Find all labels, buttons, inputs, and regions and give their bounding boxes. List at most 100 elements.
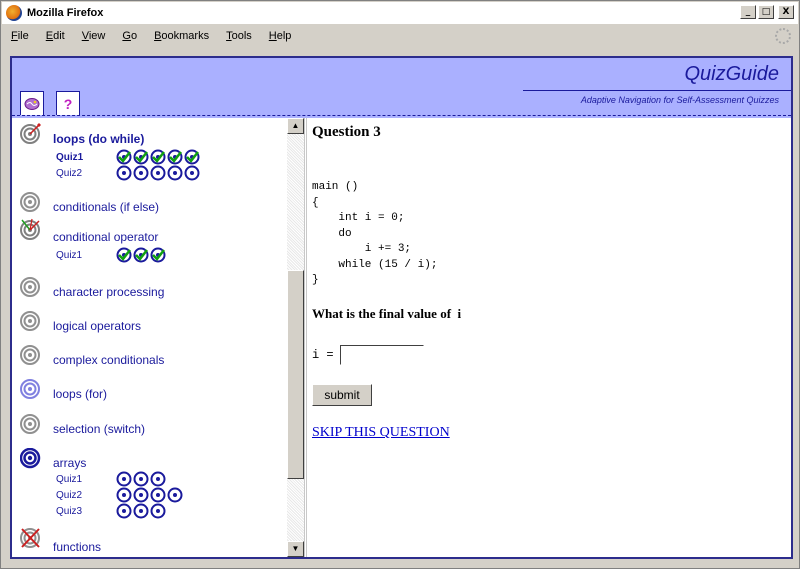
target-icon bbox=[20, 311, 40, 331]
answer-row: i = bbox=[312, 345, 424, 365]
topic-list: loops (do while) Quiz1 Quiz2 conditional… bbox=[12, 118, 287, 557]
topic-name[interactable]: selection (switch) bbox=[53, 422, 145, 436]
scroll-down-button[interactable]: ▼ bbox=[287, 541, 304, 557]
tab-help[interactable]: ? bbox=[56, 91, 80, 115]
question-prompt: What is the final value of i bbox=[312, 306, 462, 321]
quiz-todo-icon bbox=[167, 165, 183, 181]
target-icon bbox=[20, 379, 40, 399]
target-icon bbox=[20, 277, 40, 297]
quiz-progress bbox=[116, 487, 183, 503]
menu-file[interactable]: File bbox=[2, 30, 37, 42]
quiz-row[interactable]: Quiz1 bbox=[56, 247, 166, 263]
quiz-label[interactable]: Quiz2 bbox=[56, 490, 116, 501]
tab-topics[interactable] bbox=[20, 91, 44, 115]
scroll-up-button[interactable]: ▲ bbox=[287, 118, 304, 134]
window-title: Mozilla Firefox bbox=[27, 7, 104, 19]
brain-icon bbox=[24, 97, 40, 110]
topic-name[interactable]: character processing bbox=[53, 285, 164, 299]
quiz-row[interactable]: Quiz2 bbox=[56, 487, 183, 503]
throbber-icon bbox=[775, 28, 791, 44]
topic-name[interactable]: conditionals (if else) bbox=[53, 200, 159, 214]
quiz-progress bbox=[116, 503, 166, 519]
answer-label: i = bbox=[312, 348, 334, 362]
target-multi-arrow-icon bbox=[20, 218, 40, 240]
help-icon: ? bbox=[63, 95, 73, 112]
page-content: QuizGuide Adaptive Navigation for Self-A… bbox=[10, 56, 793, 559]
quiz-todo-icon bbox=[150, 503, 166, 519]
quiz-done-icon bbox=[133, 247, 149, 263]
target-icon bbox=[20, 414, 40, 434]
menu-bookmarks[interactable]: Bookmarks bbox=[145, 30, 217, 42]
topic-name[interactable]: loops (for) bbox=[53, 387, 107, 401]
topic-list-scrollbar[interactable]: ▲ ▼ bbox=[287, 118, 304, 557]
quiz-todo-icon bbox=[133, 471, 149, 487]
brand-tagline: Adaptive Navigation for Self-Assessment … bbox=[580, 95, 779, 105]
quiz-row[interactable]: Quiz2 bbox=[56, 165, 200, 181]
target-crossed-icon bbox=[20, 528, 40, 548]
firefox-icon bbox=[6, 5, 22, 21]
quizguide-header: QuizGuide Adaptive Navigation for Self-A… bbox=[12, 58, 791, 118]
quiz-progress bbox=[116, 149, 200, 165]
pane-divider[interactable] bbox=[304, 118, 308, 557]
minimize-button[interactable]: _ bbox=[740, 5, 756, 19]
quiz-label[interactable]: Quiz3 bbox=[56, 506, 116, 517]
quiz-row[interactable]: Quiz1 bbox=[56, 149, 200, 165]
quiz-row[interactable]: Quiz3 bbox=[56, 503, 166, 519]
question-pane: Question 3 main () { int i = 0; do i += … bbox=[310, 118, 791, 557]
quiz-done-icon bbox=[167, 149, 183, 165]
quiz-todo-icon bbox=[150, 487, 166, 503]
quiz-done-icon bbox=[116, 149, 132, 165]
question-title: Question 3 bbox=[312, 124, 381, 140]
title-bar: Mozilla Firefox _ □ X bbox=[2, 2, 798, 24]
scroll-thumb[interactable] bbox=[287, 270, 304, 479]
menu-view[interactable]: View bbox=[73, 30, 114, 42]
quiz-done-icon bbox=[184, 149, 200, 165]
topic-name[interactable]: conditional operator bbox=[53, 230, 158, 244]
quiz-label[interactable]: Quiz2 bbox=[56, 168, 116, 179]
browser-window: Mozilla Firefox _ □ X File Edit View Go … bbox=[0, 0, 800, 569]
quiz-progress bbox=[116, 247, 166, 263]
quiz-todo-icon bbox=[116, 487, 132, 503]
quiz-todo-icon bbox=[133, 487, 149, 503]
skip-question-link[interactable]: SKIP THIS QUESTION bbox=[312, 425, 450, 441]
menu-help[interactable]: Help bbox=[260, 30, 300, 42]
quiz-todo-icon bbox=[116, 471, 132, 487]
quiz-label[interactable]: Quiz1 bbox=[56, 152, 116, 163]
quiz-todo-icon bbox=[150, 471, 166, 487]
quiz-todo-icon bbox=[184, 165, 200, 181]
quiz-done-icon bbox=[133, 149, 149, 165]
quiz-todo-icon bbox=[150, 165, 166, 181]
menu-bar: File Edit View Go Bookmarks Tools Help bbox=[2, 25, 798, 47]
topic-name[interactable]: functions bbox=[53, 540, 101, 554]
target-icon bbox=[20, 345, 40, 365]
menu-tools[interactable]: Tools bbox=[217, 30, 260, 42]
maximize-button[interactable]: □ bbox=[758, 5, 774, 19]
menu-go[interactable]: Go bbox=[113, 30, 145, 42]
topic-name[interactable]: loops (do while) bbox=[53, 132, 144, 146]
quiz-todo-icon bbox=[167, 487, 183, 503]
close-button[interactable]: X bbox=[778, 5, 794, 19]
menu-edit[interactable]: Edit bbox=[37, 30, 73, 42]
quiz-row[interactable]: Quiz1 bbox=[56, 471, 166, 487]
quiz-todo-icon bbox=[116, 165, 132, 181]
topic-name[interactable]: logical operators bbox=[53, 319, 141, 333]
target-icon bbox=[20, 192, 40, 212]
topic-name[interactable]: complex conditionals bbox=[53, 353, 164, 367]
quiz-todo-icon bbox=[133, 503, 149, 519]
quiz-label[interactable]: Quiz1 bbox=[56, 474, 116, 485]
arrow-up-icon: ▲ bbox=[291, 121, 300, 130]
quiz-done-icon bbox=[150, 149, 166, 165]
answer-input[interactable] bbox=[339, 345, 424, 365]
quiz-done-icon bbox=[150, 247, 166, 263]
quiz-progress bbox=[116, 165, 200, 181]
question-code: main () { int i = 0; do i += 3; while (1… bbox=[312, 181, 438, 286]
target-icon bbox=[20, 448, 41, 469]
quiz-progress bbox=[116, 471, 166, 487]
quiz-todo-icon bbox=[116, 503, 132, 519]
submit-button[interactable]: submit bbox=[312, 384, 372, 406]
topic-name[interactable]: arrays bbox=[53, 456, 86, 470]
arrow-down-icon: ▼ bbox=[291, 544, 300, 553]
quiz-label[interactable]: Quiz1 bbox=[56, 250, 116, 261]
brand-title: QuizGuide bbox=[684, 63, 780, 85]
brand-underline bbox=[523, 90, 791, 91]
